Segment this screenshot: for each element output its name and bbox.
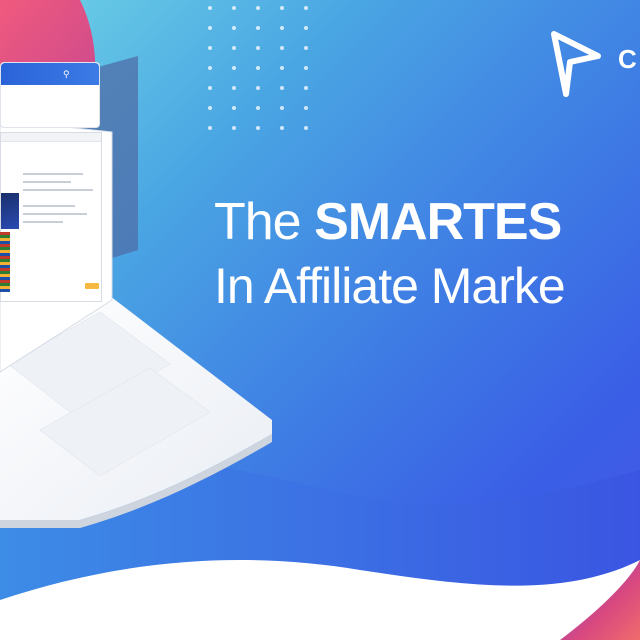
cta-button[interactable]: [85, 283, 99, 289]
text-line: [23, 213, 87, 215]
hero-banner: ⚲ C The SMARTES In Affiliate Marke: [0, 0, 640, 640]
text-line: [23, 189, 93, 191]
flag-list: [0, 232, 10, 292]
headline-line-2: In Affiliate Marke: [214, 258, 566, 314]
dashboard-card: ⚲: [0, 62, 100, 128]
card-header-bar: [1, 63, 99, 85]
screen-titlebar: [1, 133, 101, 142]
headline-line-1: The SMARTES: [214, 192, 562, 252]
headline-bold: SMARTES: [314, 193, 562, 251]
laptop-screen: [0, 132, 102, 302]
headline-light: The: [214, 193, 315, 251]
text-line: [23, 221, 63, 223]
text-line: [23, 173, 83, 175]
thumbnail-image: [1, 193, 19, 229]
arrow-cursor-logo-icon: [551, 31, 601, 97]
search-icon[interactable]: ⚲: [63, 69, 73, 79]
text-line: [23, 181, 71, 183]
text-line: [23, 205, 75, 207]
brand-letter: C: [618, 44, 637, 74]
